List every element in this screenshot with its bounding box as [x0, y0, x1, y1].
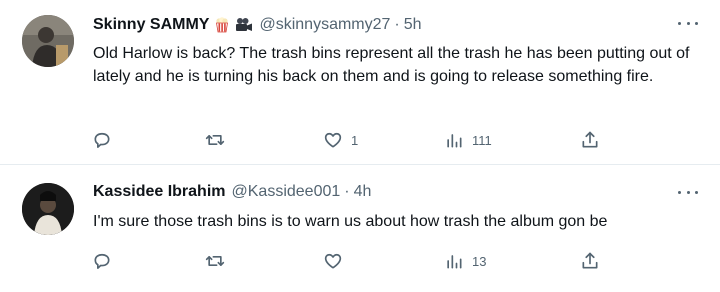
handle[interactable]: @skinnysammy27 — [259, 16, 390, 34]
tweet[interactable]: Skinny SAMMY @skinnysammy27 · 5h Old Har… — [0, 0, 720, 165]
tweet-header: Kassidee Ibrahim @Kassidee001 · 4h — [93, 180, 371, 204]
share-icon — [580, 130, 600, 150]
retweet-icon — [204, 130, 226, 150]
more-options-icon[interactable] — [678, 18, 698, 28]
views-button[interactable]: 13 — [444, 249, 486, 273]
separator-dot: · — [344, 183, 350, 200]
avatar[interactable] — [22, 15, 74, 67]
tweet[interactable]: Kassidee Ibrahim @Kassidee001 · 4h I'm s… — [0, 165, 720, 292]
retweet-button[interactable] — [204, 249, 234, 273]
timestamp[interactable]: 4h — [354, 183, 372, 201]
share-button[interactable] — [580, 128, 600, 152]
views-button[interactable]: 111 — [444, 128, 492, 152]
views-icon — [444, 251, 464, 271]
tweet-header: Skinny SAMMY @skinnysammy27 · 5h — [93, 13, 422, 37]
like-button[interactable] — [323, 249, 351, 273]
share-icon — [580, 251, 600, 271]
tweet-actions: 1 111 — [0, 128, 720, 152]
reply-button[interactable] — [92, 128, 120, 152]
reply-icon — [92, 251, 112, 271]
more-options-icon[interactable] — [678, 187, 698, 197]
reply-icon — [92, 130, 112, 150]
handle[interactable]: @Kassidee001 — [232, 183, 341, 201]
tweet-text: Old Harlow is back? The trash bins repre… — [93, 45, 690, 85]
views-count: 111 — [472, 132, 492, 148]
views-icon — [444, 130, 464, 150]
tweet-text: I'm sure those trash bins is to warn us … — [93, 213, 608, 230]
tweet-actions: 13 — [0, 249, 720, 273]
movie-camera-emoji-icon — [235, 17, 253, 33]
avatar[interactable] — [22, 183, 74, 235]
retweet-icon — [204, 251, 226, 271]
display-name[interactable]: Skinny SAMMY — [93, 16, 209, 34]
display-name[interactable]: Kassidee Ibrahim — [93, 183, 226, 201]
like-button[interactable]: 1 — [323, 128, 358, 152]
popcorn-emoji-icon — [214, 17, 230, 33]
heart-icon — [323, 251, 343, 271]
share-button[interactable] — [580, 249, 600, 273]
like-count: 1 — [351, 132, 359, 148]
reply-button[interactable] — [92, 249, 120, 273]
separator-dot: · — [394, 16, 400, 33]
views-count: 13 — [472, 253, 487, 269]
retweet-button[interactable] — [204, 128, 234, 152]
heart-icon — [323, 130, 343, 150]
timestamp[interactable]: 5h — [404, 16, 422, 34]
